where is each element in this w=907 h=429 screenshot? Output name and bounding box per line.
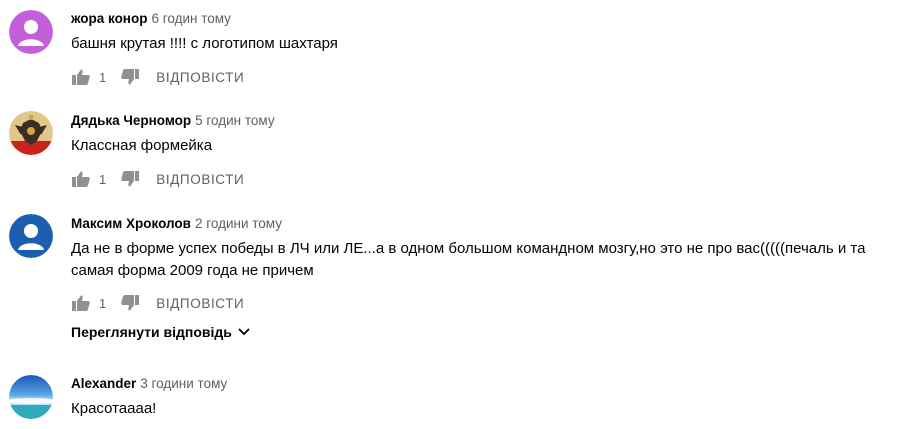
- comment-actions: 1 ВІДПОВІСТИ: [71, 168, 244, 190]
- comment-header: Максим Хроколов 2 години тому: [71, 215, 282, 233]
- comment-text: Да не в форме успех победы в ЛЧ или ЛЕ..…: [71, 240, 866, 279]
- comment-time[interactable]: 5 годин тому: [195, 113, 274, 128]
- like-count: 1: [99, 295, 107, 311]
- comment-item: жора конор 6 годин тому башня крутая !!!!…: [0, 0, 907, 100]
- comment-time[interactable]: 3 години тому: [140, 376, 227, 391]
- author-name[interactable]: жора конор: [71, 11, 147, 26]
- comment-item: Alexander 3 години тому Красотаааа!: [0, 366, 907, 429]
- reply-button[interactable]: ВІДПОВІСТИ: [156, 172, 244, 187]
- comment-header: жора конор 6 годин тому: [71, 10, 231, 28]
- avatar[interactable]: [9, 214, 53, 258]
- avatar[interactable]: [9, 111, 53, 155]
- view-replies-label: Переглянути відповідь: [71, 324, 232, 340]
- comment-actions: 1 ВІДПОВІСТИ: [71, 292, 244, 314]
- view-replies-button[interactable]: Переглянути відповідь: [71, 324, 250, 340]
- chevron-down-icon: [238, 328, 250, 336]
- like-icon[interactable]: [71, 293, 91, 313]
- comment-item: Максим Хроколов 2 години тому Да не в фор…: [0, 206, 907, 356]
- comment-time[interactable]: 2 години тому: [195, 216, 282, 231]
- comment-header: Alexander 3 години тому: [71, 375, 227, 393]
- comment-header: Дядька Черномор 5 годин тому: [71, 112, 275, 130]
- reply-button[interactable]: ВІДПОВІСТИ: [156, 296, 244, 311]
- dislike-icon[interactable]: [120, 293, 140, 313]
- avatar[interactable]: [9, 10, 53, 54]
- like-count: 1: [99, 171, 107, 187]
- author-name[interactable]: Alexander: [71, 376, 136, 391]
- dislike-icon[interactable]: [120, 67, 140, 87]
- like-icon[interactable]: [71, 169, 91, 189]
- author-name[interactable]: Дядька Черномор: [71, 113, 191, 128]
- reply-button[interactable]: ВІДПОВІСТИ: [156, 70, 244, 85]
- comment-time[interactable]: 6 годин тому: [151, 11, 230, 26]
- comment-text: башня крутая !!!! с логотипом шахтаря: [71, 35, 338, 52]
- avatar[interactable]: [9, 375, 53, 419]
- comment-text: Классная формейка: [71, 137, 213, 154]
- comment-actions: 1 ВІДПОВІСТИ: [71, 66, 244, 88]
- author-name[interactable]: Максим Хроколов: [71, 216, 191, 231]
- comment-item: Дядька Черномор 5 годин тому Классная фор…: [0, 103, 907, 203]
- comment-text: Красотаааа!: [71, 400, 157, 417]
- like-icon[interactable]: [71, 67, 91, 87]
- like-count: 1: [99, 69, 107, 85]
- dislike-icon[interactable]: [120, 169, 140, 189]
